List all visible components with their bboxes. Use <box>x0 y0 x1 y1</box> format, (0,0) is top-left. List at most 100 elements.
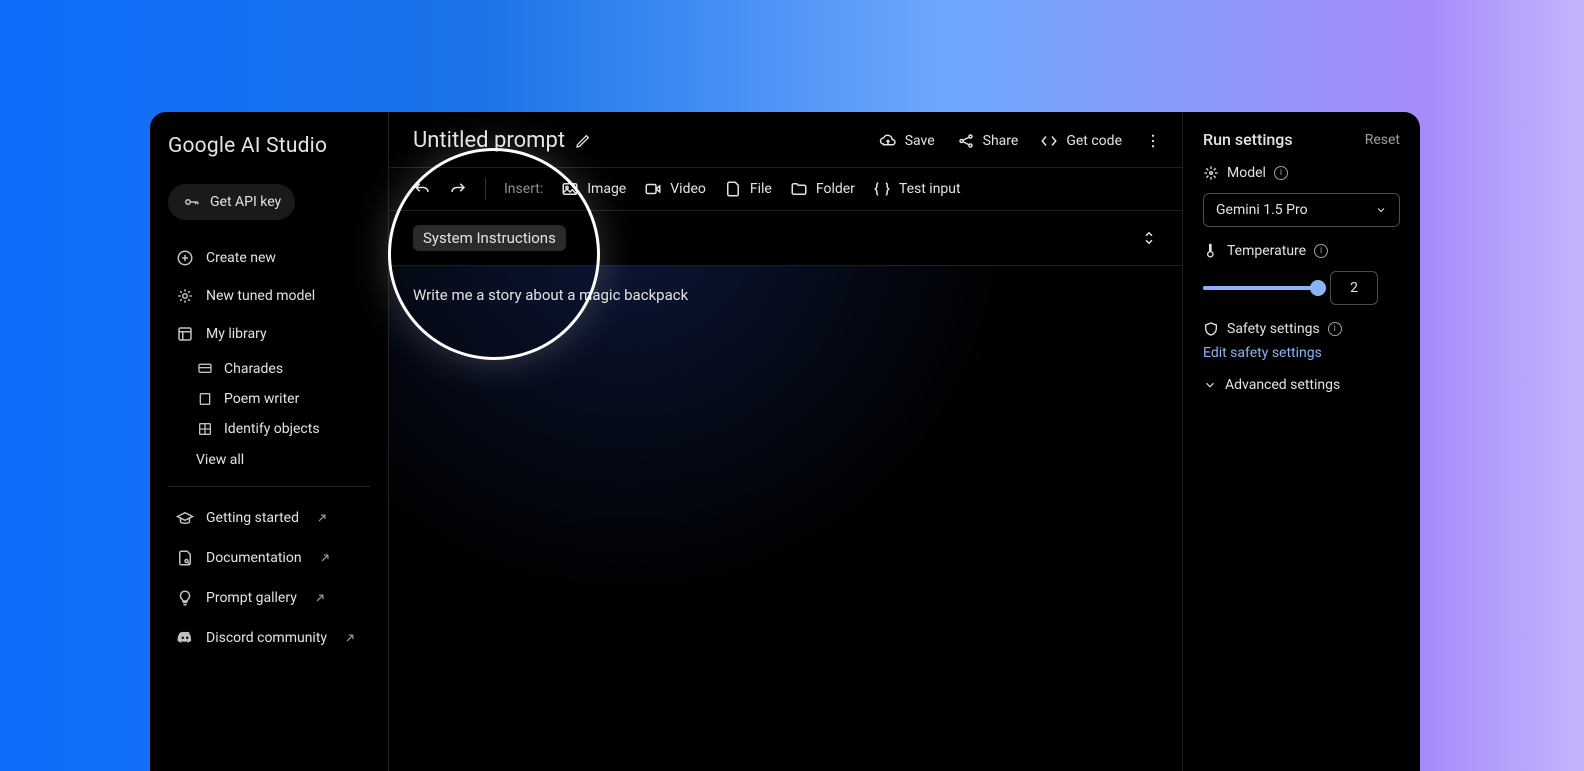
new-tuned-model-button[interactable]: New tuned model <box>168 278 370 314</box>
tuned-model-label: New tuned model <box>206 288 315 304</box>
library-list: Charades Poem writer Identify objects Vi… <box>196 354 370 480</box>
toolbar: Insert: Image Video File <box>389 167 1182 211</box>
doc-search-icon <box>176 549 194 567</box>
api-key-label: Get API key <box>210 194 281 210</box>
title-group: Untitled prompt <box>413 128 591 153</box>
app-logo: Google AI Studio <box>168 134 370 158</box>
library-item-label: Charades <box>224 361 283 377</box>
temperature-controls: 2 <box>1203 271 1400 305</box>
sidebar-divider <box>168 486 370 487</box>
share-button[interactable]: Share <box>957 132 1019 150</box>
info-icon[interactable]: i <box>1314 244 1328 258</box>
external-link-icon <box>315 511 329 525</box>
temperature-input[interactable]: 2 <box>1330 271 1378 305</box>
content-area[interactable]: Write me a story about a magic backpack <box>389 266 1182 771</box>
chevron-down-icon <box>1203 378 1217 392</box>
getting-started-link[interactable]: Getting started <box>168 499 370 537</box>
key-icon <box>182 193 200 211</box>
toolbar-separator <box>485 178 486 200</box>
get-api-key-button[interactable]: Get API key <box>168 184 295 220</box>
documentation-link[interactable]: Documentation <box>168 539 370 577</box>
documentation-label: Documentation <box>206 550 302 566</box>
expand-collapse-icon[interactable] <box>1140 229 1158 247</box>
run-settings-panel: Run settings Reset Model i Gemini 1.5 Pr… <box>1182 112 1420 771</box>
library-item-label: Identify objects <box>224 421 320 437</box>
library-item-charades[interactable]: Charades <box>196 354 370 384</box>
header: Untitled prompt Save Share <box>389 112 1182 167</box>
image-icon <box>561 180 579 198</box>
insert-test-input-button[interactable]: Test input <box>873 180 961 198</box>
slider-fill <box>1203 286 1318 290</box>
insert-file-button[interactable]: File <box>724 180 772 198</box>
temperature-label: Temperature <box>1227 243 1306 259</box>
discord-link[interactable]: Discord community <box>168 619 370 657</box>
reset-button[interactable]: Reset <box>1365 132 1400 148</box>
system-instructions-row: System Instructions <box>389 211 1182 266</box>
sidebar: Google AI Studio Get API key Create new … <box>150 112 388 771</box>
getting-started-label: Getting started <box>206 510 299 526</box>
cloud-icon <box>879 132 897 150</box>
prompt-gallery-link[interactable]: Prompt gallery <box>168 579 370 617</box>
graduation-cap-icon <box>176 509 194 527</box>
share-label: Share <box>983 133 1019 149</box>
info-icon[interactable]: i <box>1328 322 1342 336</box>
lightbulb-icon <box>176 589 194 607</box>
external-link-icon <box>318 551 332 565</box>
shield-icon <box>1203 321 1219 337</box>
code-icon <box>1040 132 1058 150</box>
redo-button[interactable] <box>449 180 467 198</box>
library-label: My library <box>206 326 267 342</box>
safety-label-row: Safety settings i <box>1203 321 1400 337</box>
header-actions: Save Share Get code <box>879 132 1162 150</box>
advanced-settings-toggle[interactable]: Advanced settings <box>1203 377 1400 393</box>
chat-icon <box>196 360 214 378</box>
video-label: Video <box>670 181 706 197</box>
my-library-button[interactable]: My library <box>168 316 370 352</box>
undo-button[interactable] <box>413 180 431 198</box>
insert-video-button[interactable]: Video <box>644 180 706 198</box>
insert-image-button[interactable]: Image <box>561 180 626 198</box>
model-label: Model <box>1227 165 1266 181</box>
run-settings-title: Run settings <box>1203 130 1293 149</box>
video-icon <box>644 180 662 198</box>
edit-safety-link[interactable]: Edit safety settings <box>1203 345 1400 361</box>
discord-label: Discord community <box>206 630 327 646</box>
library-item-identify[interactable]: Identify objects <box>196 414 370 444</box>
library-item-label: Poem writer <box>224 391 299 407</box>
temperature-label-row: Temperature i <box>1203 243 1400 259</box>
edit-icon[interactable] <box>575 133 591 149</box>
model-select[interactable]: Gemini 1.5 Pro <box>1203 193 1400 227</box>
create-new-button[interactable]: Create new <box>168 240 370 276</box>
info-icon[interactable]: i <box>1274 166 1288 180</box>
main-panel: Untitled prompt Save Share <box>388 112 1182 771</box>
discord-icon <box>176 629 194 647</box>
prompt-gallery-label: Prompt gallery <box>206 590 297 606</box>
prompt-text: Write me a story about a magic backpack <box>413 286 1158 304</box>
folder-icon <box>790 180 808 198</box>
save-button[interactable]: Save <box>879 132 935 150</box>
app-window: Google AI Studio Get API key Create new … <box>150 112 1420 771</box>
more-icon[interactable] <box>1144 132 1162 150</box>
plus-circle-icon <box>176 249 194 267</box>
temperature-value: 2 <box>1350 280 1358 296</box>
braces-icon <box>873 180 891 198</box>
save-label: Save <box>905 133 935 149</box>
run-settings-header: Run settings Reset <box>1203 130 1400 149</box>
test-input-label: Test input <box>899 181 961 197</box>
external-link-icon <box>343 631 357 645</box>
thermometer-icon <box>1203 243 1219 259</box>
file-label: File <box>750 181 772 197</box>
insert-folder-button[interactable]: Folder <box>790 180 855 198</box>
file-icon <box>724 180 742 198</box>
page-title: Untitled prompt <box>413 128 565 153</box>
slider-thumb[interactable] <box>1310 280 1326 296</box>
system-instructions-badge[interactable]: System Instructions <box>413 225 566 251</box>
get-code-button[interactable]: Get code <box>1040 132 1122 150</box>
folder-label: Folder <box>816 181 855 197</box>
temperature-slider[interactable] <box>1203 286 1318 290</box>
library-item-poem[interactable]: Poem writer <box>196 384 370 414</box>
advanced-label: Advanced settings <box>1225 377 1340 393</box>
create-new-label: Create new <box>206 250 276 266</box>
view-all-link[interactable]: View all <box>196 444 370 480</box>
external-link-icon <box>313 591 327 605</box>
